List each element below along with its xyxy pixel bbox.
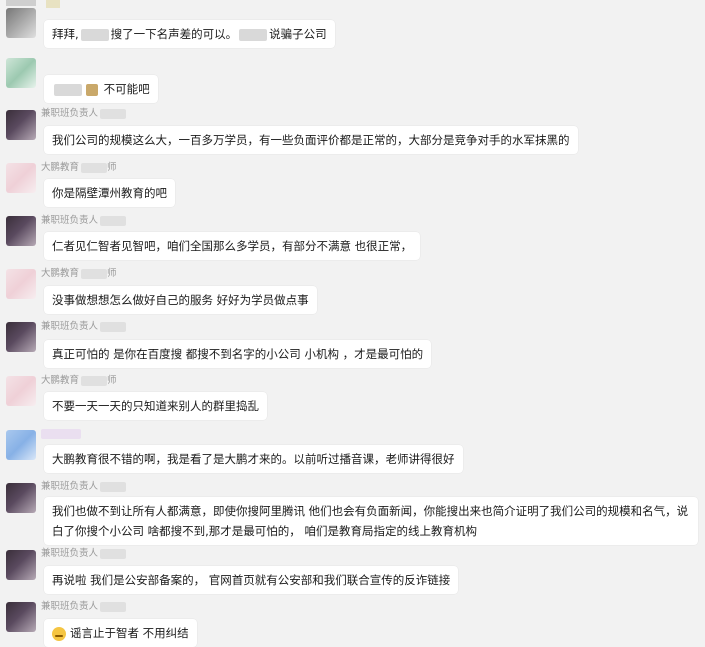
redacted-text: [86, 83, 98, 96]
message-text: 没事做想想怎么做好自己的服务 好好为学员做点事: [52, 293, 309, 307]
avatar[interactable]: [6, 58, 36, 88]
sender-name: 兼职班负责人: [41, 481, 127, 493]
message-text: 不可能吧: [103, 82, 150, 96]
redacted-text: [54, 83, 82, 96]
message-text: 不要一天一天的只知道来别人的群里捣乱: [52, 399, 259, 413]
avatar-partial: [6, 0, 36, 6]
message-bubble[interactable]: 谣言止于智者 不用纠结: [44, 619, 197, 647]
message-bubble[interactable]: 你是隔壁潭州教育的吧: [44, 179, 175, 207]
redacted-name: [46, 0, 60, 8]
message-text: 拜拜,: [52, 27, 79, 41]
message-bubble[interactable]: 仁者见仁智者见智吧，咱们全国那么多学员，有部分不满意 也很正常，: [44, 232, 421, 260]
message-bubble[interactable]: 真正可怕的 是你在百度搜 都搜不到名字的小公司 小机构 ，才是最可怕的: [44, 340, 432, 368]
avatar[interactable]: [6, 269, 36, 299]
avatar[interactable]: [6, 8, 36, 38]
message-text: 仁者见仁智者见智吧，咱们全国那么多学员，有部分不满意 也很正常，: [52, 239, 413, 253]
sender-name: 兼职班负责人: [41, 601, 127, 613]
sender-name: 大鹏教育师: [41, 375, 117, 386]
avatar[interactable]: [6, 376, 36, 406]
message-text: 我们公司的规模这么大，一百多万学员，有一些负面评价都是正常的，大部分是竞争对手的…: [52, 133, 570, 147]
message-bubble[interactable]: 没事做想想怎么做好自己的服务 好好为学员做点事: [44, 286, 317, 314]
message-text: 再说啦 我们是公安部备案的， 官网首页就有公安部和我们联合宣传的反诈链接: [52, 573, 451, 587]
avatar[interactable]: [6, 322, 36, 352]
message-bubble[interactable]: 我们公司的规模这么大，一百多万学员，有一些负面评价都是正常的，大部分是竞争对手的…: [44, 126, 578, 154]
sender-name: 兼职班负责人: [41, 321, 127, 333]
avatar[interactable]: [6, 483, 36, 513]
smiling-face-icon: [52, 626, 66, 641]
message-text: 你是隔壁潭州教育的吧: [52, 186, 167, 200]
message-text: 谣言止于智者 不用纠结: [70, 626, 189, 640]
message-bubble[interactable]: 我们也做不到让所有人都满意，即使你搜阿里腾讯 他们也会有负面新闻，你能搜出来也简…: [44, 497, 698, 545]
avatar[interactable]: [6, 430, 36, 460]
avatar[interactable]: [6, 550, 36, 580]
avatar[interactable]: [6, 216, 36, 246]
message-text: 我们也做不到让所有人都满意，即使你搜阿里腾讯 他们也会有负面新闻，你能搜出来也简…: [52, 504, 689, 538]
redacted-text: [80, 28, 109, 41]
sender-name: 大鹏教育师: [41, 162, 117, 173]
sender-name: 兼职班负责人: [41, 215, 127, 227]
avatar[interactable]: [6, 163, 36, 193]
avatar[interactable]: [6, 110, 36, 140]
sender-name: 大鹏教育师: [41, 268, 117, 279]
message-text: 大鹏教育很不错的啊，我是看了是大鹏才来的。以前听过播音课，老师讲得很好: [52, 452, 455, 466]
redacted-text: [239, 28, 268, 41]
message-text: 说骗子公司: [269, 27, 327, 41]
message-bubble[interactable]: 不要一天一天的只知道来别人的群里捣乱: [44, 392, 267, 420]
message-bubble[interactable]: 拜拜, 搜了一下名声差的可以。 说骗子公司: [44, 20, 335, 48]
sender-name: 兼职班负责人: [41, 108, 127, 120]
sender-name: [41, 428, 81, 440]
message-bubble[interactable]: 不可能吧: [44, 75, 158, 103]
message-text: 真正可怕的 是你在百度搜 都搜不到名字的小公司 小机构 ，才是最可怕的: [52, 347, 424, 361]
message-bubble[interactable]: 再说啦 我们是公安部备案的， 官网首页就有公安部和我们联合宣传的反诈链接: [44, 566, 459, 594]
message-bubble[interactable]: 大鹏教育很不错的啊，我是看了是大鹏才来的。以前听过播音课，老师讲得很好: [44, 445, 463, 473]
sender-name: 兼职班负责人: [41, 548, 127, 560]
avatar[interactable]: [6, 602, 36, 632]
message-text: 搜了一下名声差的可以。: [110, 27, 238, 41]
